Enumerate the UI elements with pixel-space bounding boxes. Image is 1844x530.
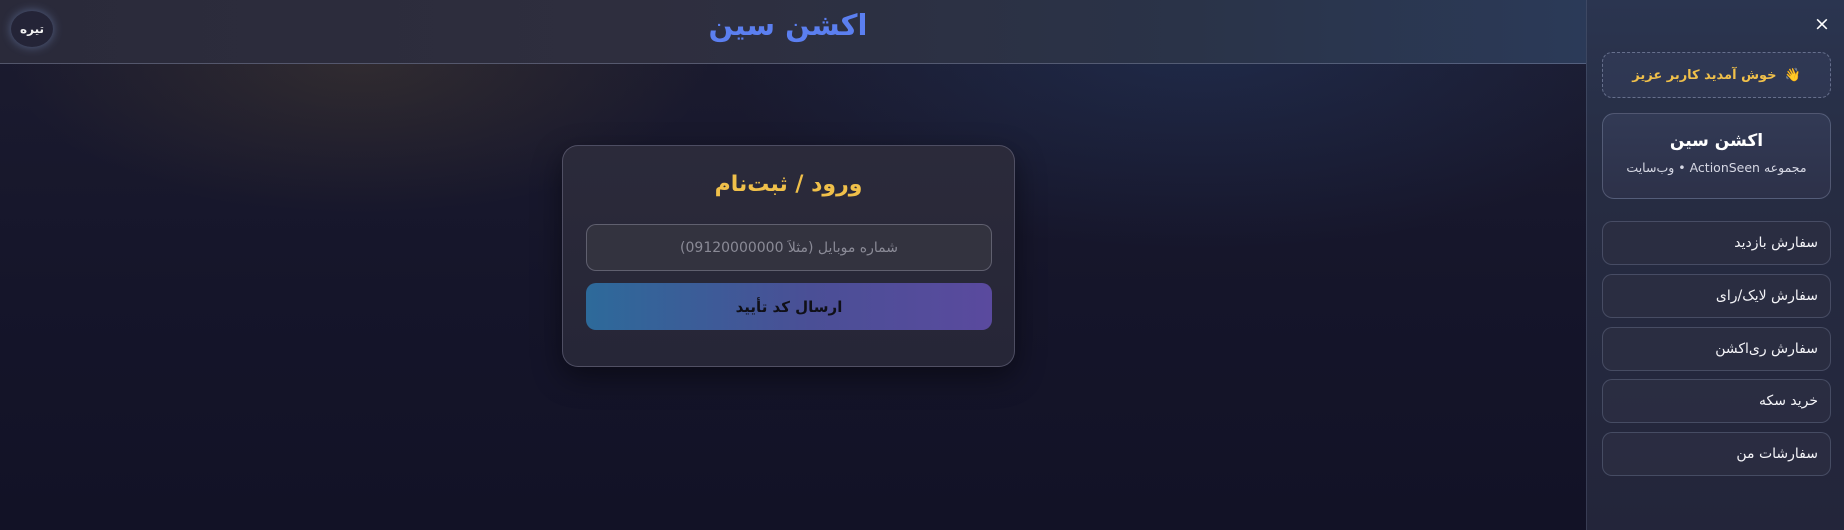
sidebar-item-order-reactions[interactable]: سفارش ری‌اکشن — [1602, 327, 1831, 371]
waving-hand-icon: 👋 — [1784, 67, 1801, 83]
brand-name: اکشن سین — [1669, 131, 1764, 151]
send-code-button[interactable]: ارسال کد تأیید — [586, 283, 992, 330]
welcome-text: خوش آمدید کاربر عزیز — [1632, 67, 1777, 83]
login-card: ورود / ثبت‌نام ارسال کد تأیید — [562, 145, 1015, 367]
sidebar-item-buy-coins[interactable]: خرید سکه — [1602, 379, 1831, 423]
sidebar-item-order-likes[interactable]: سفارش لایک/رای — [1602, 274, 1831, 318]
phone-input[interactable] — [586, 224, 992, 271]
close-icon[interactable]: × — [1812, 14, 1832, 34]
sidebar-item-my-orders[interactable]: سفارشات من — [1602, 432, 1831, 476]
brand-subtitle: مجموعه ActionSeen • وب‌سایت — [1626, 160, 1807, 175]
sidebar: × 👋 خوش آمدید کاربر عزیز اکشن سین مجموعه… — [1586, 0, 1844, 530]
site-title: اکشن سین — [708, 8, 868, 42]
welcome-banner: 👋 خوش آمدید کاربر عزیز — [1602, 52, 1831, 98]
sidebar-item-order-views[interactable]: سفارش بازدید — [1602, 221, 1831, 265]
login-title: ورود / ثبت‌نام — [714, 172, 863, 197]
top-header: تیره اکشن سین — [0, 0, 1586, 64]
brand-card: اکشن سین مجموعه ActionSeen • وب‌سایت — [1602, 113, 1831, 199]
